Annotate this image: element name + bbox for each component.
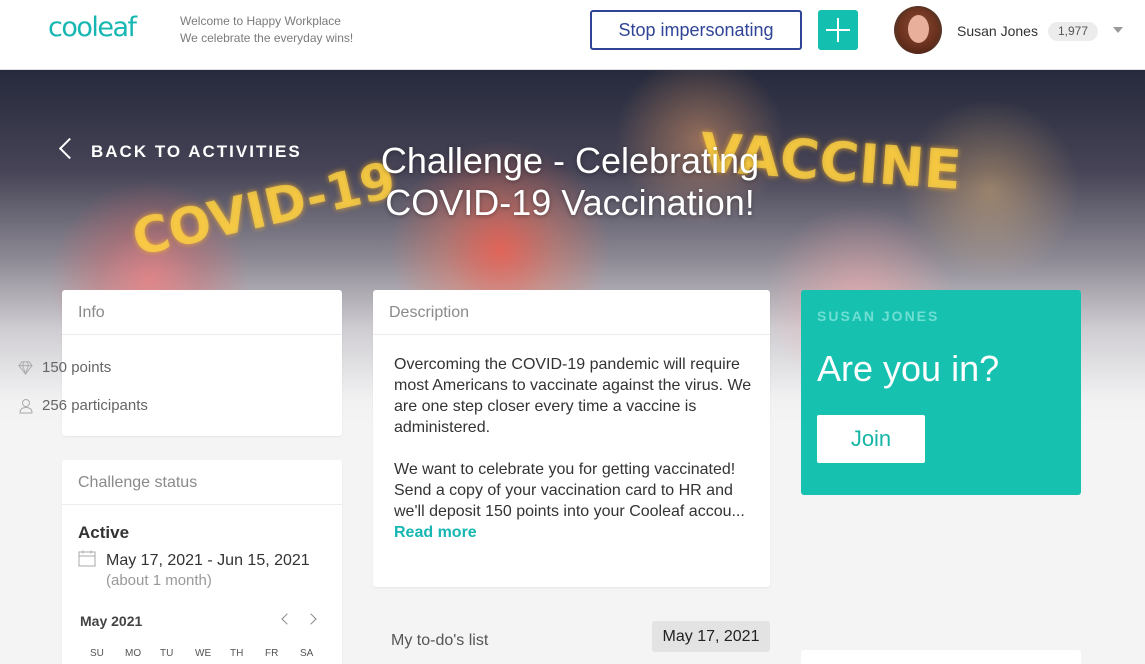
calendar-weekdays: SU MO TU WE TH FR SA <box>80 648 330 659</box>
description-card: Description Overcoming the COVID-19 pand… <box>373 290 770 587</box>
weekday-label: SA <box>300 648 314 659</box>
weekday-label: MO <box>125 648 142 659</box>
tagline-welcome: Welcome to Happy Workplace <box>180 14 341 28</box>
status-state: Active <box>78 523 130 542</box>
todo-list-heading: My to-do's list <box>391 632 489 649</box>
avatar[interactable] <box>894 6 942 54</box>
weekday-label: TU <box>160 648 174 659</box>
caret-down-icon[interactable] <box>1113 27 1123 33</box>
top-bar: cooleaf Welcome to Happy Workplace We ce… <box>0 0 1145 70</box>
weekday-label: WE <box>195 648 212 659</box>
participants-text: 256 participants <box>42 397 148 414</box>
stop-impersonating-button[interactable]: Stop impersonating <box>590 10 802 50</box>
person-icon <box>19 399 33 414</box>
join-card: SUSAN JONES Are you in? Join <box>801 290 1081 495</box>
points-badge: 1,977 <box>1048 22 1098 41</box>
todo-date-badge: May 17, 2021 <box>652 621 770 652</box>
avatar-face <box>908 15 929 43</box>
calendar-icon <box>78 550 96 567</box>
back-label: BACK TO ACTIVITIES <box>91 142 302 161</box>
plus-icon[interactable] <box>818 10 858 50</box>
chevron-left-icon[interactable] <box>281 613 293 625</box>
join-button[interactable]: Join <box>817 415 925 463</box>
challenge-status-card: Challenge status Active May 17, 2021 - J… <box>62 460 342 664</box>
cooleaf-logo[interactable]: cooleaf <box>48 12 137 43</box>
weekday-label: SU <box>90 648 104 659</box>
weekday-label: TH <box>230 648 244 659</box>
description-paragraph: We want to celebrate you for getting vac… <box>394 461 745 520</box>
join-question: Are you in? <box>817 348 1000 389</box>
chevron-right-icon[interactable] <box>305 613 317 625</box>
points-text: 150 points <box>42 359 112 376</box>
status-heading: Challenge status <box>62 460 342 505</box>
duration-text: (about 1 month) <box>106 572 212 589</box>
tagline-motto: We celebrate the everyday wins! <box>180 31 354 45</box>
page-title: Challenge - Celebrating COVID-19 Vaccina… <box>380 140 760 223</box>
join-user-name: SUSAN JONES <box>817 308 940 324</box>
description-paragraph: Overcoming the COVID-19 pandemic will re… <box>394 356 752 436</box>
description-paragraph-more: We want to celebrate you for getting vac… <box>394 459 754 543</box>
description-heading: Description <box>373 290 770 335</box>
info-heading: Info <box>62 290 342 335</box>
date-range: May 17, 2021 - Jun 15, 2021 <box>106 552 310 569</box>
weekday-label: FR <box>265 648 279 659</box>
user-name[interactable]: Susan Jones <box>957 23 1038 39</box>
sidebar-card-partial <box>801 650 1081 664</box>
read-more-link[interactable]: Read more <box>394 524 477 541</box>
calendar-month: May 2021 <box>80 613 143 629</box>
description-body: Overcoming the COVID-19 pandemic will re… <box>394 354 754 543</box>
tagline: Welcome to Happy Workplace We celebrate … <box>180 13 353 47</box>
diamond-icon <box>18 361 33 375</box>
